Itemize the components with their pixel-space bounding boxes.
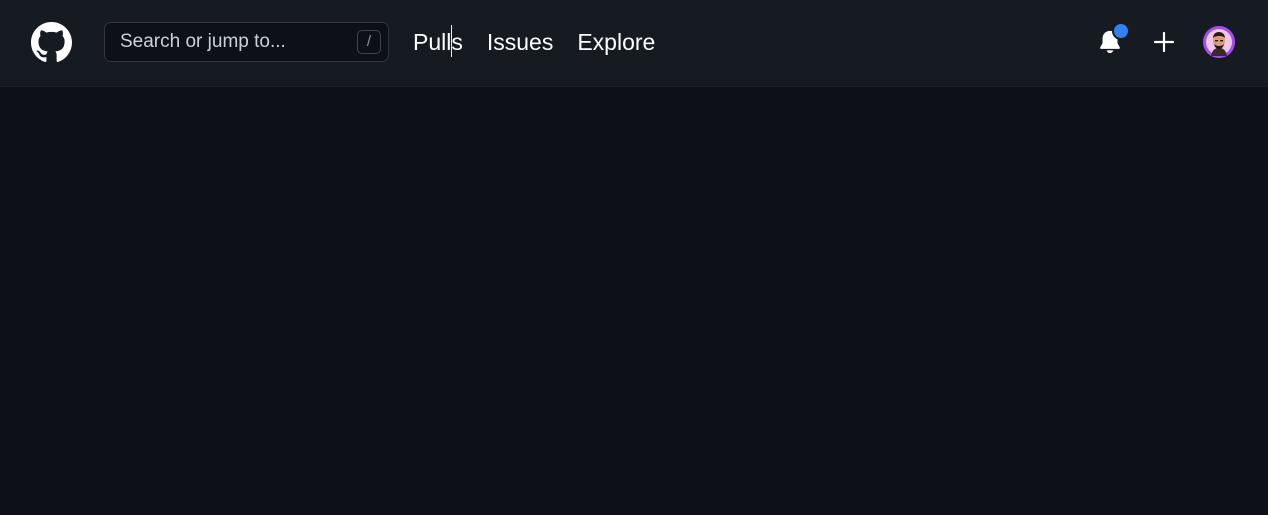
top-navigation-bar: / Pulls Issues Explore bbox=[0, 0, 1268, 87]
nav-link-issues[interactable]: Issues bbox=[487, 27, 553, 57]
search-shortcut-key: / bbox=[357, 30, 381, 54]
text-cursor bbox=[451, 25, 452, 57]
github-logo-icon[interactable] bbox=[31, 22, 72, 63]
search-input[interactable] bbox=[105, 23, 345, 61]
search-box: / bbox=[104, 22, 389, 62]
main-content-area bbox=[0, 87, 1268, 515]
nav-link-explore: Explore bbox=[577, 29, 656, 55]
unread-notification-dot bbox=[1112, 22, 1130, 40]
plus-icon[interactable] bbox=[1152, 30, 1176, 54]
user-avatar[interactable] bbox=[1203, 26, 1235, 58]
nav-link-pulls[interactable]: Pulls bbox=[413, 27, 463, 57]
primary-nav: Pulls Issues Explore bbox=[413, 27, 655, 57]
